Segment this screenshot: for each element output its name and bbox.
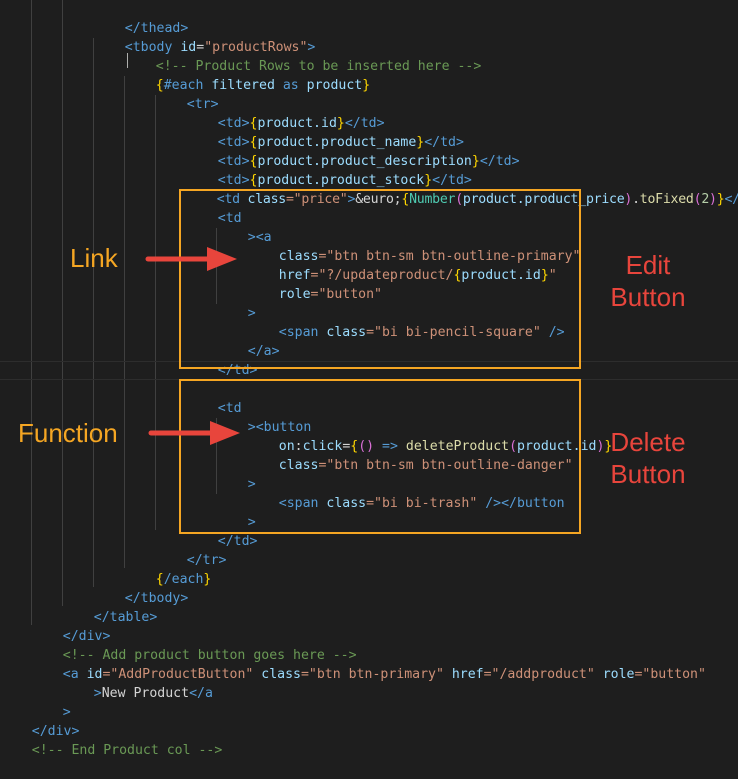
code-token: </td>: [724, 192, 738, 207]
code-token: New Product: [101, 686, 190, 701]
indent-guide: [155, 95, 156, 530]
code-comment: <!-- End Product col -->: [31, 743, 223, 758]
delete-label-line-2: Button: [610, 459, 686, 489]
delete-label-line-1: Delete: [610, 427, 686, 457]
edit-button-highlight-box: [179, 189, 581, 369]
code-line: </table>: [62, 589, 158, 625]
code-line: {#each filtered as product}: [124, 57, 370, 93]
code-token: product: [298, 78, 363, 93]
code-line: <!-- End Product col -->: [0, 722, 223, 758]
code-line: </div>: [0, 703, 80, 739]
code-token: ="button": [634, 667, 706, 682]
indent-guide: [93, 38, 94, 587]
function-arrow-icon: [148, 421, 240, 445]
edit-label-line-2: Button: [610, 282, 686, 312]
code-editor[interactable]: </thead> <tbody id="productRows"> <!-- P…: [0, 0, 738, 758]
code-token: }: [203, 572, 212, 587]
edit-label-line-1: Edit: [625, 250, 671, 280]
code-token: role: [594, 667, 635, 682]
code-token: ="/addproduct": [483, 667, 595, 682]
code-line: {/each}: [124, 551, 212, 587]
code-line: </tr>: [155, 532, 227, 568]
code-token: 2: [701, 192, 710, 207]
link-arrow-icon: [145, 247, 237, 271]
code-line: </tbody>: [93, 570, 189, 606]
code-token: </td>: [479, 154, 520, 169]
code-line: >New Product</a: [62, 665, 213, 701]
code-token: }: [362, 78, 371, 93]
edit-button-label: Edit Button: [598, 249, 698, 313]
code-line: <td>{product.id}</td>: [186, 95, 385, 131]
function-label: Function: [18, 418, 118, 448]
code-token: ): [624, 192, 633, 207]
code-token: ="btn btn-primary": [300, 667, 444, 682]
delete-button-highlight-box: [179, 379, 581, 534]
code-token: </a: [189, 686, 213, 701]
code-token: .: [632, 192, 640, 207]
code-token: toFixed: [639, 192, 694, 207]
code-line: <a id="AddProductButton" class="btn btn-…: [31, 646, 706, 682]
indent-guide: [31, 0, 32, 625]
code-line: <!-- Product Rows to be inserted here --…: [124, 38, 482, 74]
code-token: ): [709, 192, 717, 207]
code-line: <td class="price">&euro;{Number(product.…: [186, 171, 738, 207]
code-line: <!-- Add product button goes here -->: [31, 627, 357, 663]
code-token: }: [471, 154, 480, 169]
code-line: <td>{product.product_description}</td>: [186, 133, 520, 169]
code-token: >: [93, 686, 102, 701]
code-line: </thead>: [93, 0, 189, 36]
code-token: href: [443, 667, 484, 682]
indent-guide: [124, 76, 125, 568]
code-line: </div>: [31, 608, 111, 644]
code-token: as: [282, 78, 299, 93]
link-label: Link: [70, 243, 118, 273]
code-line: <tbody id="productRows">: [93, 19, 316, 55]
code-line: <td>{product.product_name}</td>: [186, 114, 464, 150]
code-token: class: [253, 667, 301, 682]
code-line: >: [31, 684, 71, 720]
code-line: <td>{product.product_stock}</td>: [186, 152, 472, 188]
delete-button-label: Delete Button: [598, 426, 698, 490]
code-line: <tr>: [155, 76, 219, 112]
indent-guide: [62, 0, 63, 606]
